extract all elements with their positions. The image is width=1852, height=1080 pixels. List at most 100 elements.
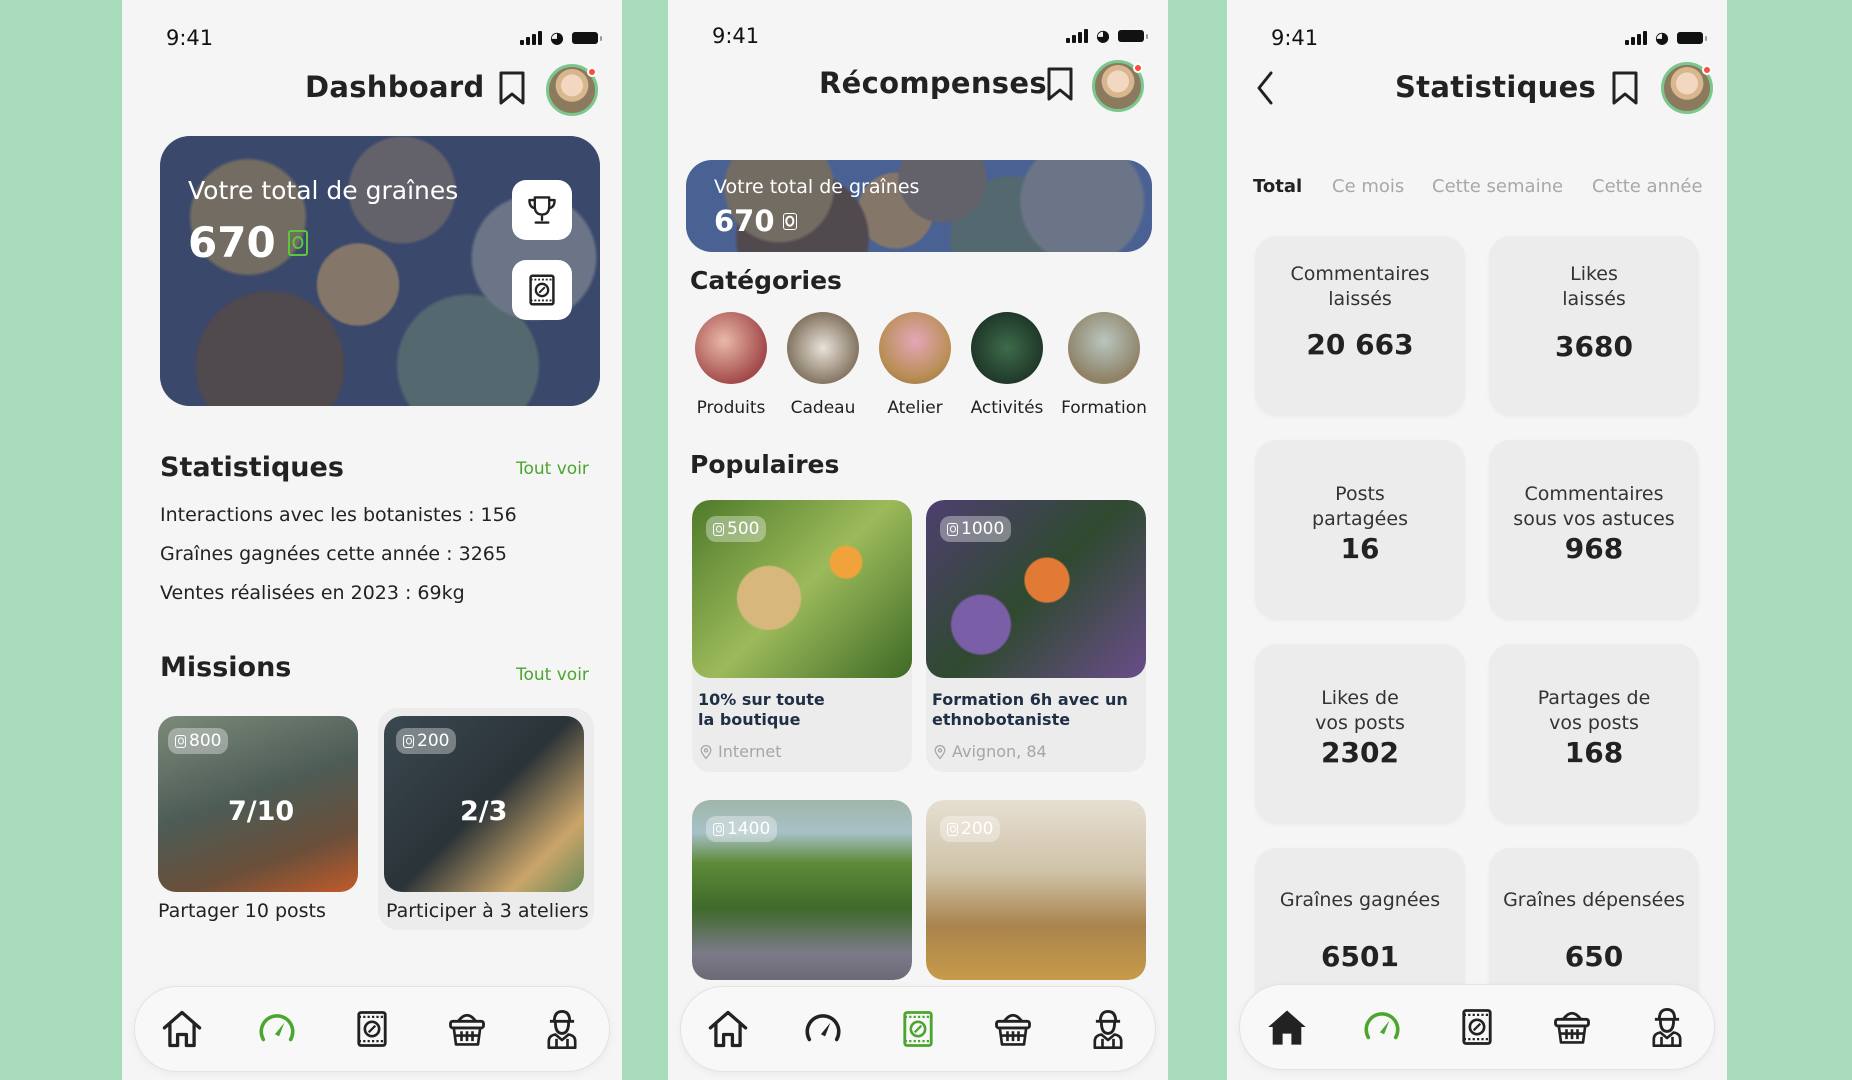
notification-dot [1133, 63, 1143, 73]
tab-home[interactable] [703, 1004, 753, 1054]
stat-card: Commentaires laissés 20 663 [1255, 236, 1465, 416]
stat-line: Graînes gagnées cette année : 3265 [160, 543, 507, 565]
reward-card[interactable]: 1400 [692, 800, 912, 980]
stat-label: Partages de vos posts [1537, 687, 1651, 734]
stat-value: 20 663 [1306, 328, 1414, 361]
stat-label: Graînes dépensées [1503, 889, 1685, 911]
stat-label: Likes de vos posts [1315, 687, 1405, 734]
signal-icon [520, 30, 543, 45]
category-label: Cadeau [790, 398, 856, 418]
seed-badge: 1400 [706, 816, 778, 842]
page-title: Statistiques [1395, 70, 1597, 104]
category-atelier[interactable]: Atelier [870, 312, 960, 418]
home-icon [706, 1007, 750, 1051]
mission-card[interactable]: 200 2/3 Participer à 3 ateliers [378, 708, 594, 930]
tab-rewards[interactable] [1452, 1002, 1502, 1052]
category-image [787, 312, 859, 384]
missions-see-all-link[interactable]: Tout voir [516, 665, 589, 685]
mission-card[interactable]: 800 7/10 Partager 10 posts [158, 716, 362, 926]
seed-badge: 200 [940, 816, 1001, 842]
reward-card[interactable]: 500 10% sur toute la boutique Internet [692, 500, 912, 772]
farmer-icon [540, 1007, 584, 1051]
tab-rewards[interactable] [893, 1004, 943, 1054]
wifi-icon: ◕ [1655, 28, 1669, 47]
stats-see-all-link[interactable]: Tout voir [516, 459, 589, 479]
bookmark-icon[interactable] [1610, 70, 1640, 106]
tab-home[interactable] [1262, 1002, 1312, 1052]
tab-dashboard[interactable] [252, 1004, 302, 1054]
seed-total-value: 670 [188, 218, 276, 267]
reward-title-line: Formation 6h avec un [932, 690, 1128, 709]
reward-card[interactable]: 200 [926, 800, 1146, 980]
seed-packet-icon [1455, 1005, 1499, 1049]
tab-this-month[interactable]: Ce mois [1332, 176, 1404, 197]
avatar[interactable] [1661, 62, 1713, 114]
seed-packet-button[interactable] [512, 260, 572, 320]
seed-icon [175, 734, 186, 748]
status-time: 9:41 [1271, 26, 1319, 50]
missions-section-title: Missions [160, 652, 292, 683]
wifi-icon: ◕ [550, 28, 564, 47]
category-label: Produits [696, 398, 766, 418]
bottom-tab-bar [1239, 984, 1715, 1070]
location-pin-icon [698, 744, 714, 760]
tab-home[interactable] [157, 1004, 207, 1054]
seed-packet-icon [523, 271, 561, 309]
dashboard-screen: 9:41 ◕ Dashboard Votre total de graînes … [122, 0, 622, 1080]
trophy-button[interactable] [512, 180, 572, 240]
battery-icon [572, 31, 602, 44]
tab-profile[interactable] [1642, 1002, 1692, 1052]
avatar[interactable] [546, 64, 598, 116]
rewards-screen: 9:41 ◕ Récompenses Votre total de graîne… [668, 0, 1168, 1080]
stat-card: Partages de vos posts 168 [1489, 644, 1699, 824]
tab-dashboard[interactable] [1357, 1002, 1407, 1052]
tab-shop[interactable] [442, 1004, 492, 1054]
tab-rewards[interactable] [347, 1004, 397, 1054]
tab-shop[interactable] [1547, 1002, 1597, 1052]
mission-caption: Participer à 3 ateliers [386, 900, 589, 922]
basket-icon [445, 1007, 489, 1051]
tab-profile[interactable] [1083, 1004, 1133, 1054]
reward-card[interactable]: 1000 Formation 6h avec un ethnobotaniste… [926, 500, 1146, 772]
category-label: Atelier [887, 398, 943, 418]
tab-total[interactable]: Total [1253, 176, 1302, 197]
tab-dashboard[interactable] [798, 1004, 848, 1054]
stat-value: 168 [1564, 736, 1624, 769]
tab-shop[interactable] [988, 1004, 1038, 1054]
tab-this-year[interactable]: Cette année [1592, 176, 1703, 197]
back-icon[interactable] [1255, 70, 1275, 106]
seed-icon [713, 522, 724, 536]
category-image [1068, 312, 1140, 384]
tab-this-week[interactable]: Cette semaine [1432, 176, 1563, 197]
category-produits[interactable]: Produits [686, 312, 776, 418]
notification-dot [587, 67, 597, 77]
tab-profile[interactable] [537, 1004, 587, 1054]
status-bar: 9:41 ◕ [122, 22, 622, 52]
battery-icon [1677, 31, 1707, 44]
categories-title: Catégories [690, 266, 842, 295]
bookmark-icon[interactable] [497, 70, 527, 106]
home-icon [1265, 1005, 1309, 1049]
category-label: Formation [1061, 398, 1147, 418]
category-cadeau[interactable]: Cadeau [778, 312, 868, 418]
avatar[interactable] [1092, 60, 1144, 112]
stat-value: 3680 [1555, 330, 1633, 363]
reward-title-line: la boutique [698, 710, 801, 729]
location-pin-icon [932, 744, 948, 760]
reward-location: Internet [698, 742, 782, 761]
stat-line: Interactions avec les botanistes : 156 [160, 504, 517, 526]
status-icons: ◕ [1625, 28, 1707, 47]
seed-total-label: Votre total de graînes [188, 176, 459, 205]
seed-total-label: Votre total de graînes [714, 176, 920, 198]
category-formation[interactable]: Formation [1059, 312, 1149, 418]
category-image [879, 312, 951, 384]
bookmark-icon[interactable] [1045, 66, 1075, 102]
status-icons: ◕ [1066, 26, 1148, 45]
seed-icon [782, 212, 797, 230]
gauge-icon [256, 1008, 298, 1050]
status-bar: 9:41 ◕ [668, 20, 1168, 50]
stat-label: Likes laissés [1562, 263, 1626, 310]
trophy-icon [524, 192, 560, 228]
category-activites[interactable]: Activités [962, 312, 1052, 418]
category-label: Activités [970, 398, 1044, 418]
